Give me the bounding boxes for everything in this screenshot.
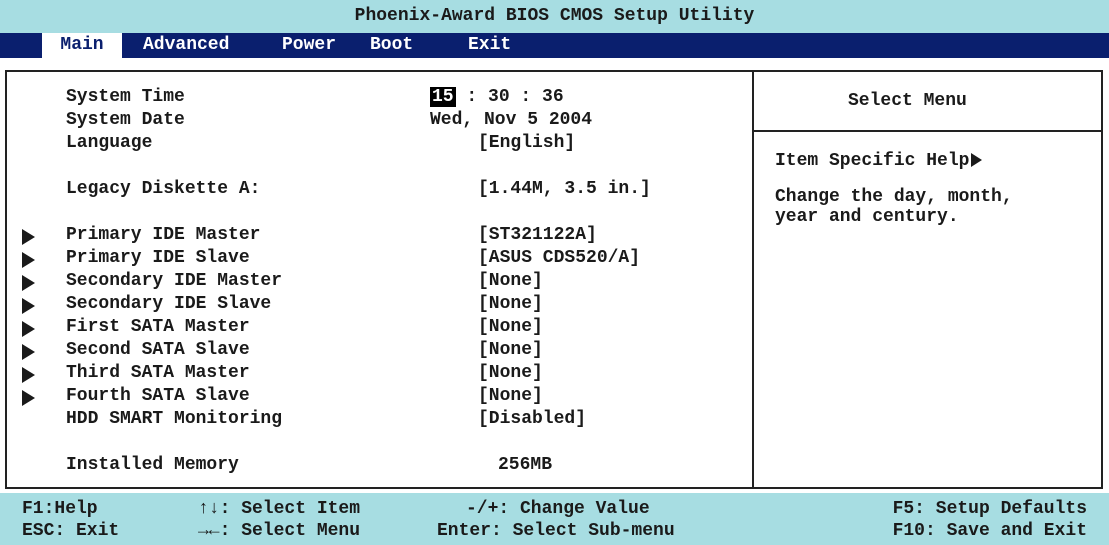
setting-value[interactable]: [None]: [478, 294, 543, 314]
setting-value[interactable]: [None]: [478, 363, 543, 383]
key-select-item: ↑↓: Select Item: [198, 499, 361, 519]
setting-value[interactable]: [Disabled]: [478, 409, 586, 429]
setting-label[interactable]: Primary IDE Master: [66, 225, 260, 245]
setting-label[interactable]: Second SATA Slave: [66, 340, 250, 360]
menu-power[interactable]: Power: [282, 33, 336, 58]
help-title-text: Item Specific Help: [775, 151, 970, 171]
setting-value[interactable]: [None]: [478, 317, 543, 337]
setting-value[interactable]: [ST321122A]: [478, 225, 597, 245]
menu-advanced[interactable]: Advanced: [143, 33, 229, 58]
help-header: Select Menu: [848, 91, 967, 111]
key-change-value: -/+: Change Value: [466, 499, 650, 519]
setting-label[interactable]: HDD SMART Monitoring: [66, 409, 282, 429]
setting-label[interactable]: Language: [66, 133, 152, 153]
key-esc-exit: ESC: Exit: [22, 521, 120, 541]
submenu-arrow-icon: [22, 344, 35, 360]
setting-value[interactable]: [None]: [478, 340, 543, 360]
menu-boot[interactable]: Boot: [370, 33, 413, 58]
key-select-menu: →←: Select Menu: [198, 521, 361, 541]
submenu-arrow-icon: [22, 252, 35, 268]
menu-exit[interactable]: Exit: [468, 33, 511, 58]
setting-label[interactable]: Secondary IDE Slave: [66, 294, 271, 314]
help-text-line: Change the day, month,: [775, 187, 1013, 207]
bios-title: Phoenix-Award BIOS CMOS Setup Utility: [354, 6, 755, 26]
submenu-arrow-icon: [22, 229, 35, 245]
time-hour[interactable]: 15: [430, 87, 456, 107]
setting-label[interactable]: First SATA Master: [66, 317, 250, 337]
key-f1-help: F1:Help: [22, 499, 98, 519]
submenu-arrow-icon: [22, 367, 35, 383]
setting-value[interactable]: [ASUS CDS520/A]: [478, 248, 640, 268]
menu-bar: Main Advanced Power Boot Exit: [0, 33, 1109, 58]
key-f5-defaults: F5: Setup Defaults: [892, 499, 1087, 519]
setting-label[interactable]: System Time: [66, 87, 185, 107]
setting-label: Installed Memory: [66, 455, 239, 475]
setting-value[interactable]: Wed, Nov 5 2004: [430, 110, 592, 130]
help-divider: [754, 130, 1103, 132]
setting-value[interactable]: [None]: [478, 386, 543, 406]
submenu-arrow-icon: [22, 275, 35, 291]
submenu-arrow-icon: [22, 390, 35, 406]
setting-label[interactable]: Secondary IDE Master: [66, 271, 282, 291]
setting-label[interactable]: Fourth SATA Slave: [66, 386, 250, 406]
key-help-footer: F1:Help ESC: Exit ↑↓: Select Item →←: Se…: [0, 493, 1109, 545]
key-sub-menu: Enter: Select Sub-menu: [437, 521, 675, 541]
submenu-arrow-icon: [22, 321, 35, 337]
key-f10-save: F10: Save and Exit: [892, 521, 1087, 541]
installed-memory-value: 256MB: [498, 455, 553, 475]
setting-value[interactable]: [English]: [478, 133, 575, 153]
setting-label[interactable]: System Date: [66, 110, 185, 130]
help-title: Item Specific Help: [775, 151, 983, 171]
panel-divider: [752, 70, 754, 489]
setting-label[interactable]: Primary IDE Slave: [66, 248, 250, 268]
setting-label[interactable]: Legacy Diskette A:: [66, 179, 260, 199]
help-text-line: year and century.: [775, 207, 959, 227]
system-time-value[interactable]: 15 : 30 : 36: [430, 87, 564, 107]
right-arrow-icon: [971, 153, 983, 168]
setting-label[interactable]: Third SATA Master: [66, 363, 250, 383]
setting-value[interactable]: [None]: [478, 271, 543, 291]
menu-main[interactable]: Main: [42, 33, 122, 58]
submenu-arrow-icon: [22, 298, 35, 314]
time-rest: : 30 : 36: [466, 87, 564, 107]
title-bar: Phoenix-Award BIOS CMOS Setup Utility: [0, 0, 1109, 33]
setting-value[interactable]: [1.44M, 3.5 in.]: [478, 179, 651, 199]
